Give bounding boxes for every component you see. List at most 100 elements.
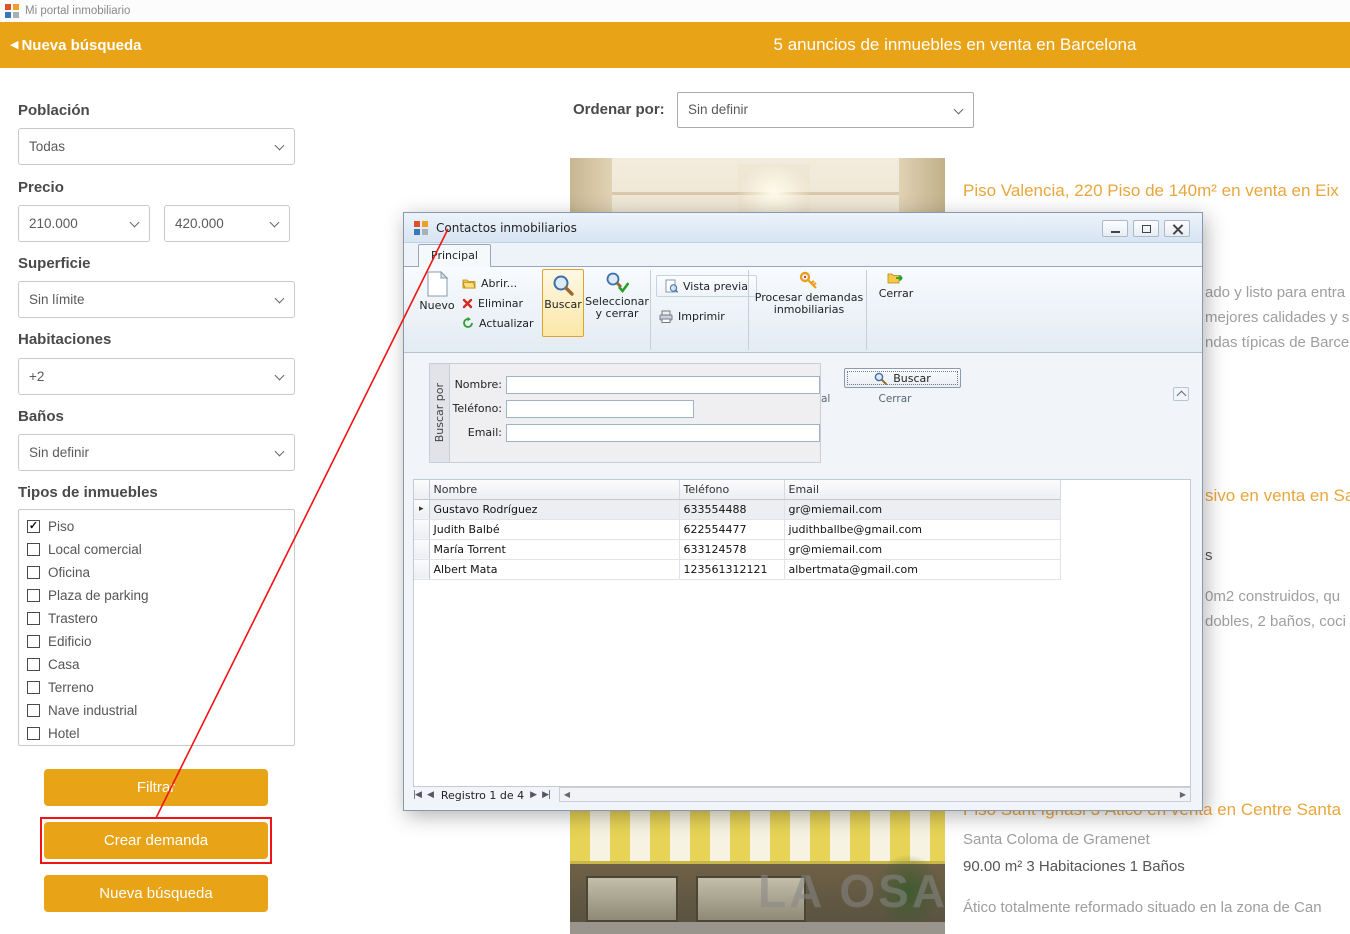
habitaciones-select[interactable]: +2 xyxy=(18,358,295,395)
tipos-list: ✓PisoLocal comercialOficinaPlaza de park… xyxy=(18,509,295,746)
close-folder-icon xyxy=(887,271,905,285)
table-row[interactable]: Albert Mata123561312121albertmata@gmail.… xyxy=(414,559,1060,579)
last-record-button[interactable]: ▶| xyxy=(542,790,550,800)
precio-min-select[interactable]: 210.000 xyxy=(18,205,150,242)
actualizar-button[interactable]: Actualizar xyxy=(462,314,534,332)
tab-principal[interactable]: Principal xyxy=(418,244,491,267)
listing3-description: Ático totalmente reformado situado en la… xyxy=(963,899,1350,916)
col-nombre[interactable]: Nombre xyxy=(429,480,679,499)
table-cell: Albert Mata xyxy=(429,559,679,579)
checkbox-checked-icon[interactable]: ✓ xyxy=(27,520,40,533)
table-cell: María Torrent xyxy=(429,539,679,559)
tipo-item-oficina[interactable]: Oficina xyxy=(19,561,294,584)
checkbox-unchecked-icon[interactable] xyxy=(27,704,40,717)
page-title: 5 anuncios de inmuebles en venta en Barc… xyxy=(570,22,1340,68)
prev-record-button[interactable]: ◀ xyxy=(427,790,433,800)
abrir-button[interactable]: Abrir... xyxy=(462,274,517,292)
listing3-location: Santa Coloma de Gramenet xyxy=(963,831,1350,848)
filtrar-button[interactable]: Filtrar xyxy=(44,769,268,806)
table-row[interactable]: Judith Balbé622554477judithballbe@gmail.… xyxy=(414,519,1060,539)
close-button[interactable] xyxy=(1164,220,1190,237)
buscar-ribbon-button[interactable]: Buscar xyxy=(542,269,584,337)
table-cell: Gustavo Rodríguez xyxy=(429,499,679,519)
superficie-select[interactable]: Sin límite xyxy=(18,281,295,318)
next-record-button[interactable]: ▶ xyxy=(530,790,536,800)
buscar-label: Buscar xyxy=(544,299,582,311)
tipo-item-casa[interactable]: Casa xyxy=(19,653,294,676)
tipo-item-local-comercial[interactable]: Local comercial xyxy=(19,538,294,561)
procesar-label: Procesar demandas inmobiliarias xyxy=(754,292,864,316)
table-cell: Judith Balbé xyxy=(429,519,679,539)
table-row[interactable]: María Torrent633124578gr@miemail.com xyxy=(414,539,1060,559)
ordenar-select[interactable]: Sin definir xyxy=(677,92,974,128)
photo-decoration xyxy=(586,876,678,922)
dialog-titlebar[interactable]: Contactos inmobiliarios xyxy=(404,213,1202,243)
print-preview-icon xyxy=(665,279,678,293)
scroll-left-icon[interactable]: ◀ xyxy=(560,790,574,799)
back-button[interactable]: ◀ Nueva búsqueda xyxy=(10,22,142,68)
scroll-right-icon[interactable]: ▶ xyxy=(1176,790,1190,799)
new-document-icon xyxy=(426,271,448,297)
chevron-down-icon xyxy=(275,371,285,381)
tipo-item-edificio[interactable]: Edificio xyxy=(19,630,294,653)
nueva-busqueda-button[interactable]: Nueva búsqueda xyxy=(44,875,268,912)
eliminar-button[interactable]: Eliminar xyxy=(462,294,523,312)
checkbox-unchecked-icon[interactable] xyxy=(27,589,40,602)
maximize-icon xyxy=(1142,225,1151,233)
tipo-item-trastero[interactable]: Trastero xyxy=(19,607,294,630)
col-email[interactable]: Email xyxy=(784,480,1060,499)
vista-previa-button[interactable]: Vista previa xyxy=(656,275,757,297)
table-row[interactable]: ▸Gustavo Rodríguez633554488gr@miemail.co… xyxy=(414,499,1060,519)
procesar-demandas-button[interactable]: Procesar demandas inmobiliarias xyxy=(754,271,864,316)
buscar-por-tab[interactable]: Buscar por xyxy=(430,364,450,462)
table-cell: 622554477 xyxy=(679,519,784,539)
precio-max-select[interactable]: 420.000 xyxy=(164,205,290,242)
group-separator xyxy=(866,270,867,350)
checkbox-unchecked-icon[interactable] xyxy=(27,681,40,694)
poblacion-select[interactable]: Todas xyxy=(18,128,295,165)
record-status: Registro 1 de 4 xyxy=(441,789,524,802)
checkbox-unchecked-icon[interactable] xyxy=(27,635,40,648)
first-record-button[interactable]: |◀ xyxy=(413,790,421,800)
cerrar-label: Cerrar xyxy=(879,288,914,300)
email-input[interactable] xyxy=(506,424,820,442)
checkbox-unchecked-icon[interactable] xyxy=(27,612,40,625)
actualizar-label: Actualizar xyxy=(479,317,534,330)
delete-x-icon xyxy=(462,298,473,309)
telefono-input[interactable] xyxy=(506,400,694,418)
maximize-button[interactable] xyxy=(1133,220,1159,237)
tipo-item-piso[interactable]: ✓Piso xyxy=(19,515,294,538)
minimize-button[interactable] xyxy=(1102,220,1128,237)
page-header: ◀ Nueva búsqueda 5 anuncios de inmuebles… xyxy=(0,22,1350,68)
checkbox-label: Trastero xyxy=(48,611,98,626)
checkbox-unchecked-icon[interactable] xyxy=(27,658,40,671)
imprimir-label: Imprimir xyxy=(678,310,725,323)
cerrar-button[interactable]: Cerrar xyxy=(870,271,922,300)
buscar-button[interactable]: Buscar xyxy=(844,368,961,388)
checkbox-unchecked-icon[interactable] xyxy=(27,543,40,556)
tipo-item-nave-industrial[interactable]: Nave industrial xyxy=(19,699,294,722)
seleccionar-cerrar-button[interactable]: Seleccionar y cerrar xyxy=(588,271,646,320)
window-titlebar: Mi portal inmobiliario xyxy=(0,0,1350,22)
listing2-title-link[interactable]: sivo en venta en Sa xyxy=(1205,486,1350,506)
horizontal-scrollbar[interactable]: ◀ ▶ xyxy=(559,787,1191,802)
poblacion-label: Población xyxy=(18,102,90,119)
tipo-item-hotel[interactable]: Hotel xyxy=(19,722,294,745)
chevron-down-icon xyxy=(275,141,285,151)
collapse-ribbon-button[interactable] xyxy=(1173,387,1189,401)
vista-previa-label: Vista previa xyxy=(683,280,748,293)
row-selector-cell xyxy=(414,539,429,559)
chevron-up-icon xyxy=(1176,391,1186,401)
checkbox-unchecked-icon[interactable] xyxy=(27,566,40,579)
col-telefono[interactable]: Teléfono xyxy=(679,480,784,499)
tipo-item-plaza-de-parking[interactable]: Plaza de parking xyxy=(19,584,294,607)
chevron-down-icon xyxy=(275,294,285,304)
banos-select[interactable]: Sin definir xyxy=(18,434,295,471)
photo-decoration xyxy=(570,922,945,934)
checkbox-unchecked-icon[interactable] xyxy=(27,727,40,740)
imprimir-button[interactable]: Imprimir xyxy=(659,307,725,325)
tipo-item-terreno[interactable]: Terreno xyxy=(19,676,294,699)
listing1-title-link[interactable]: Piso Valencia, 220 Piso de 140m² en vent… xyxy=(963,181,1350,201)
nombre-input[interactable] xyxy=(506,376,820,394)
nuevo-button[interactable]: Nuevo xyxy=(414,271,460,312)
